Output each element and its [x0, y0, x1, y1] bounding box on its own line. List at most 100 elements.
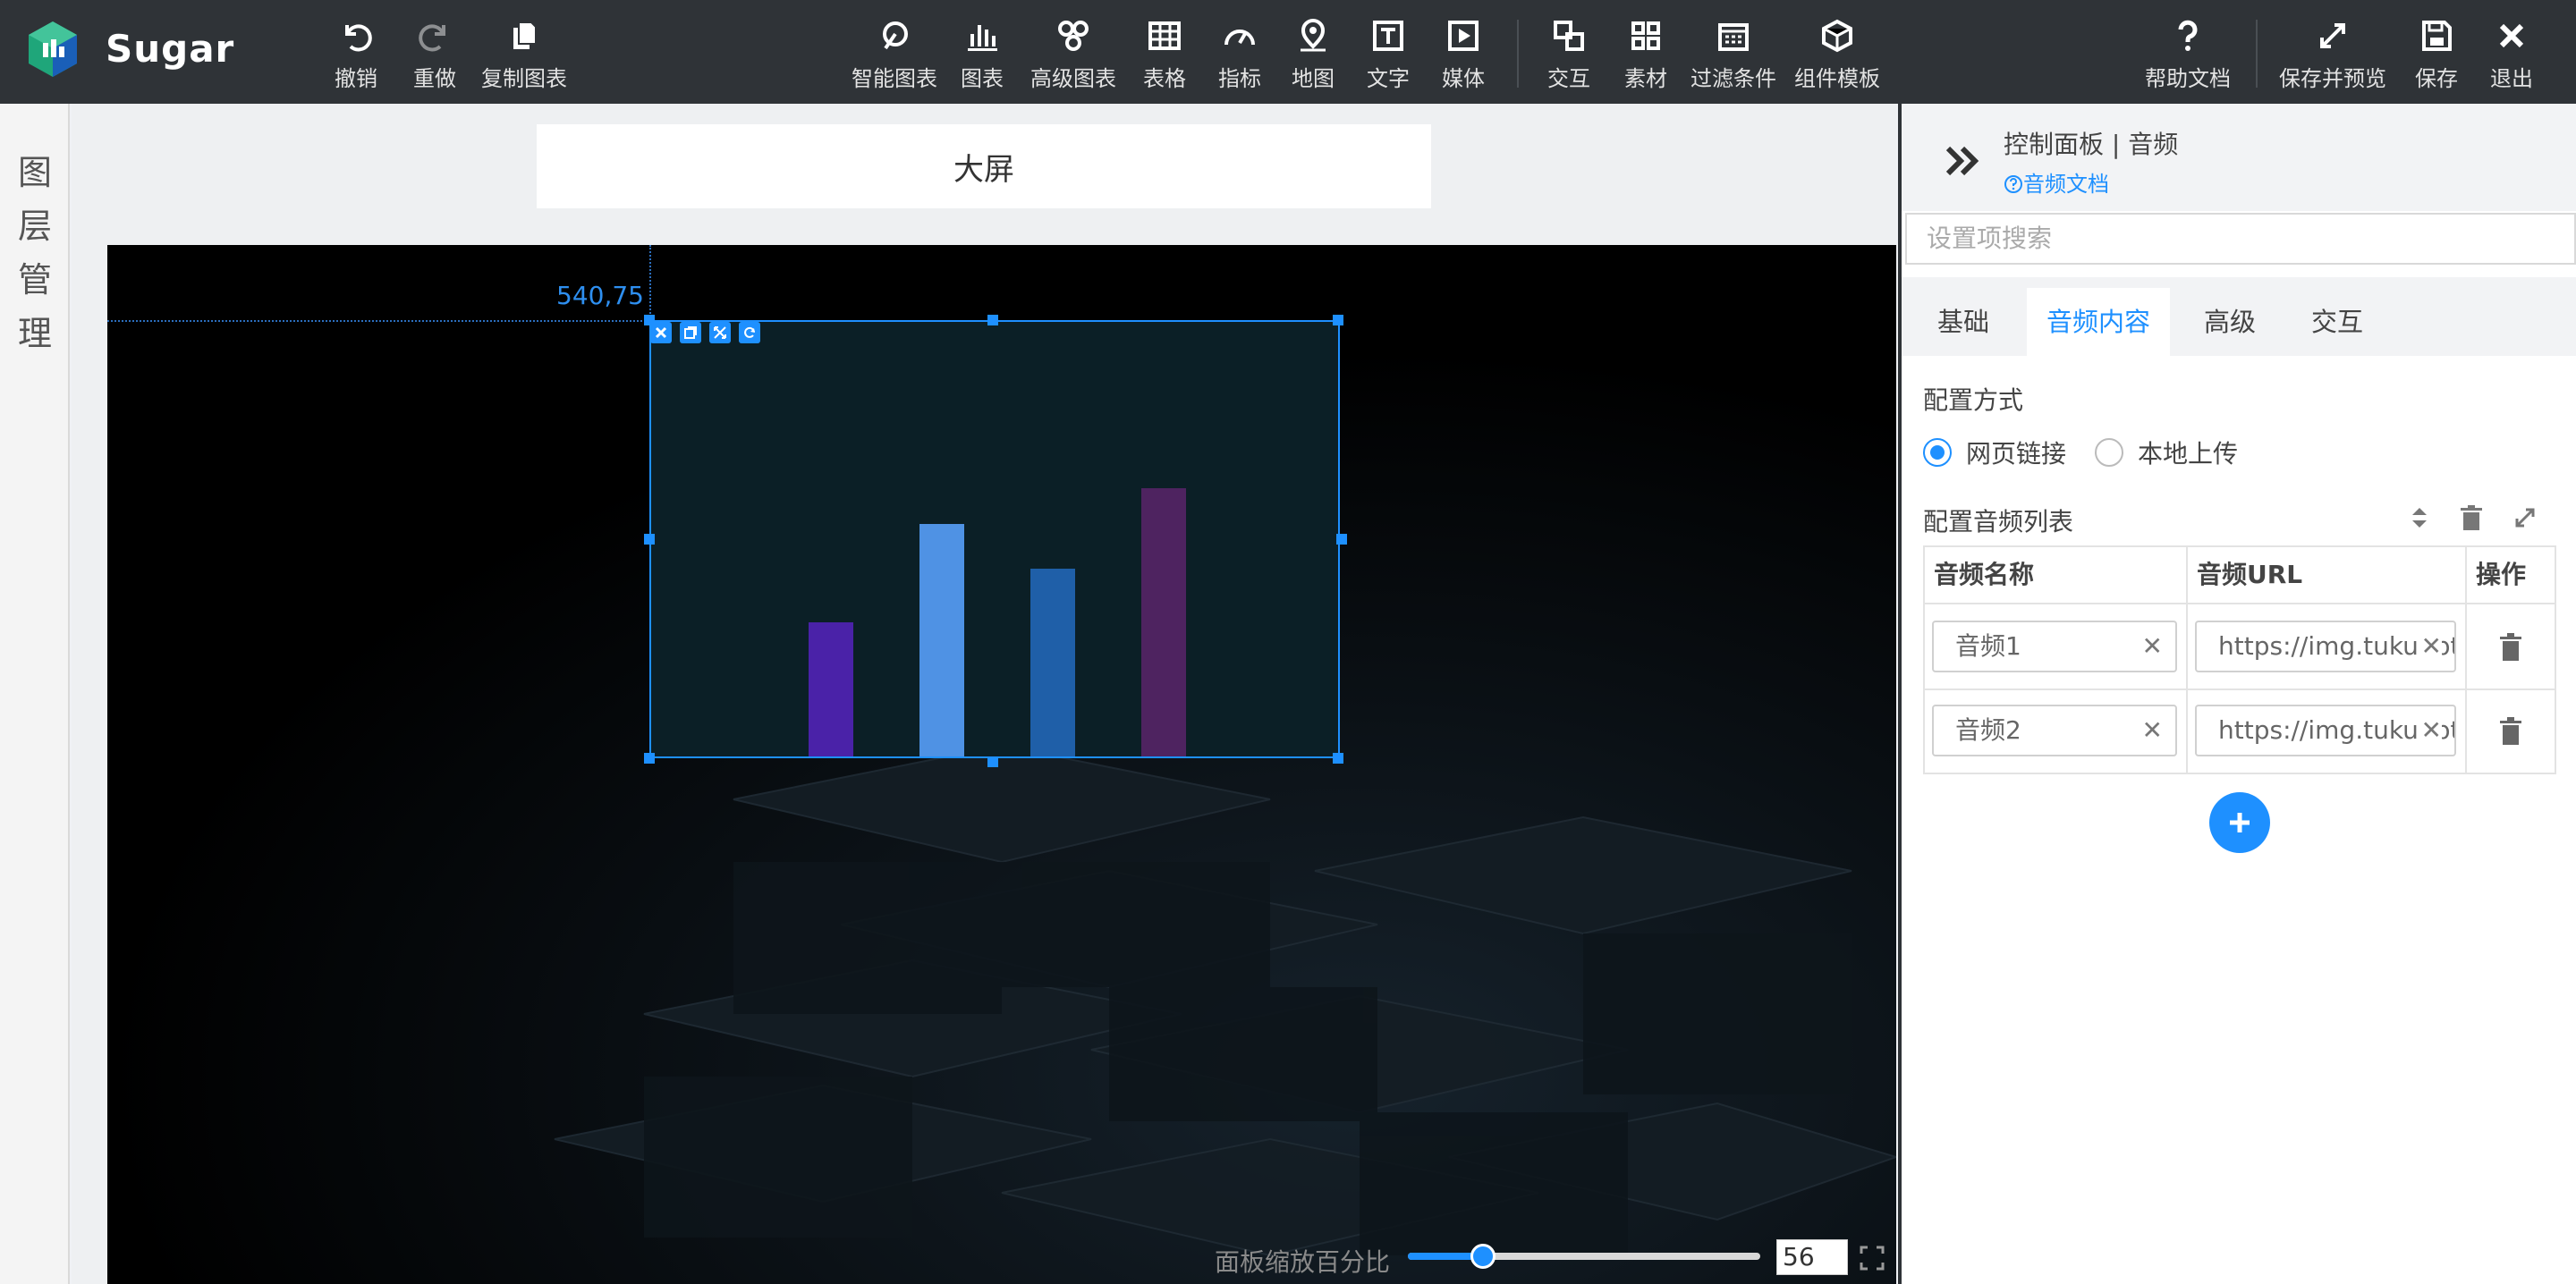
- advanced-chart-button[interactable]: 高级图表: [1030, 16, 1116, 93]
- interaction-button[interactable]: 交互: [1547, 16, 1590, 93]
- text-icon: [1373, 21, 1403, 51]
- redo-button[interactable]: 重做: [413, 16, 456, 93]
- selected-chart-widget[interactable]: [649, 320, 1340, 758]
- clear-icon[interactable]: ✕: [2417, 622, 2442, 671]
- tab-advanced[interactable]: 高级: [2184, 288, 2275, 356]
- indicator-label: 指标: [1218, 66, 1261, 91]
- resize-handle[interactable]: [644, 534, 655, 545]
- audio-url-input[interactable]: https://img.tukuppt.com✕: [2195, 621, 2456, 672]
- chart-bar: [919, 524, 964, 756]
- delete-row-icon[interactable]: [2496, 715, 2526, 748]
- layer-manager-char: 层: [17, 207, 52, 246]
- copy-icon: [684, 326, 697, 339]
- screen-title[interactable]: 大屏: [537, 124, 1431, 208]
- widget-toolbar: [650, 322, 760, 343]
- save-label: 保存: [2415, 66, 2458, 91]
- sort-icon[interactable]: [2404, 503, 2435, 533]
- resize-handle[interactable]: [1333, 315, 1343, 325]
- toolbar-divider: [1517, 20, 1519, 88]
- radio-local-upload[interactable]: 本地上传: [2095, 435, 2238, 470]
- map-button[interactable]: 地图: [1292, 16, 1335, 93]
- indicator-button[interactable]: 指标: [1218, 16, 1261, 93]
- column-divider: [2186, 604, 2188, 688]
- table-button[interactable]: 表格: [1143, 16, 1186, 93]
- tab-basic[interactable]: 基础: [1918, 288, 2009, 356]
- radio-local-upload-label: 本地上传: [2138, 439, 2239, 469]
- smart-chart-button[interactable]: 智能图表: [852, 16, 937, 93]
- zoom-value-input[interactable]: 56: [1776, 1239, 1848, 1275]
- resize-handle[interactable]: [987, 315, 998, 325]
- plus-icon: [2230, 813, 2250, 832]
- config-mode-label: 配置方式: [1923, 385, 2024, 415]
- zoom-slider[interactable]: [1408, 1244, 1760, 1269]
- exit-button[interactable]: 退出: [2490, 16, 2533, 93]
- add-audio-button[interactable]: [2209, 792, 2270, 853]
- trash-icon[interactable]: [2456, 503, 2487, 533]
- cube-icon: [1822, 19, 1852, 53]
- fullscreen-widget-button[interactable]: [709, 322, 731, 343]
- tab-audio-content[interactable]: 音频内容: [2027, 288, 2171, 356]
- resize-handle[interactable]: [987, 756, 998, 767]
- help-doc-button[interactable]: 帮助文档: [2145, 16, 2231, 93]
- audio-name-value: 音频1: [1955, 631, 2021, 661]
- audio-doc-link[interactable]: 音频文档: [2004, 166, 2109, 198]
- component-template-label: 组件模板: [1794, 66, 1880, 91]
- settings-search-input[interactable]: 设置项搜索: [1905, 213, 2576, 265]
- interaction-icon: [1554, 21, 1584, 51]
- text-button[interactable]: 文字: [1367, 16, 1410, 93]
- copy-chart-button[interactable]: 复制图表: [481, 16, 567, 93]
- audio-list-label: 配置音频列表: [1923, 507, 2074, 536]
- double-chevron-right-icon[interactable]: [1941, 139, 1984, 182]
- audio-name-input[interactable]: 音频2 ✕: [1932, 705, 2177, 756]
- copy-widget-button[interactable]: [680, 322, 701, 343]
- resize-handle[interactable]: [1336, 534, 1347, 545]
- clear-icon[interactable]: ✕: [2142, 706, 2163, 755]
- resize-handle[interactable]: [644, 753, 655, 764]
- radio-web-link[interactable]: 网页链接: [1923, 435, 2066, 470]
- guide-line-vertical: [649, 245, 651, 320]
- delete-row-icon[interactable]: [2496, 631, 2526, 663]
- filter-button[interactable]: 过滤条件: [1690, 16, 1776, 93]
- material-button[interactable]: 素材: [1624, 16, 1667, 93]
- calendar-filter-icon: [1718, 23, 1749, 51]
- toolbar-divider: [2256, 20, 2258, 88]
- chart-label: 图表: [961, 66, 1004, 91]
- refresh-widget-button[interactable]: [739, 322, 760, 343]
- map-pin-icon: [1301, 19, 1326, 52]
- media-play-icon: [1448, 21, 1479, 51]
- advanced-chart-label: 高级图表: [1030, 66, 1116, 91]
- audio-url-input[interactable]: https://img.tukuppt.com✕: [2195, 705, 2456, 756]
- layer-manager-tab[interactable]: 图 层 管 理: [0, 104, 70, 1284]
- material-label: 素材: [1624, 66, 1667, 91]
- help-icon: [2178, 20, 2198, 51]
- resize-handle[interactable]: [1333, 753, 1343, 764]
- brand-name: Sugar: [106, 27, 235, 71]
- table-label: 表格: [1143, 66, 1186, 91]
- close-icon: [2499, 23, 2524, 48]
- help-circle-icon: [2004, 175, 2022, 193]
- expand-arrows-icon: [2320, 23, 2345, 48]
- panel-title: 控制面板 | 音频: [2004, 130, 2179, 159]
- radio-web-link-label: 网页链接: [1966, 439, 2067, 469]
- media-button[interactable]: 媒体: [1442, 16, 1485, 93]
- component-template-button[interactable]: 组件模板: [1794, 16, 1880, 93]
- zoom-slider-handle[interactable]: [1470, 1244, 1496, 1269]
- col-audio-url: 音频URL: [2197, 560, 2303, 589]
- radio-checked-icon: [1923, 438, 1952, 467]
- redo-label: 重做: [413, 66, 456, 91]
- tab-interaction[interactable]: 交互: [2292, 288, 2383, 356]
- undo-button[interactable]: 撤销: [335, 16, 377, 93]
- audio-name-input[interactable]: 音频1 ✕: [1932, 621, 2177, 672]
- zoom-label: 面板缩放百分比: [1215, 1247, 1391, 1277]
- save-button[interactable]: 保存: [2415, 16, 2458, 93]
- chart-button[interactable]: 图表: [961, 16, 1004, 93]
- expand-icon[interactable]: [2510, 503, 2540, 533]
- save-preview-button[interactable]: 保存并预览: [2279, 16, 2386, 93]
- clear-icon[interactable]: ✕: [2142, 622, 2163, 671]
- clear-icon[interactable]: ✕: [2417, 706, 2442, 755]
- chart-bar: [809, 622, 853, 756]
- exit-label: 退出: [2490, 66, 2533, 91]
- fullscreen-icon[interactable]: [1859, 1245, 1885, 1271]
- resize-handle[interactable]: [644, 315, 655, 325]
- gauge-icon: [1224, 30, 1255, 46]
